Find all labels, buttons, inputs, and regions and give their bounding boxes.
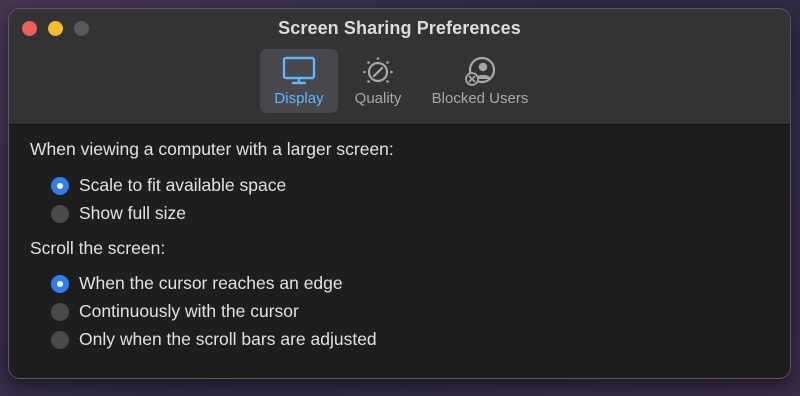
scroll-heading: Scroll the screen: bbox=[30, 238, 166, 258]
tab-display[interactable]: Display bbox=[260, 49, 338, 113]
preferences-window: Screen Sharing Preferences Display Quali… bbox=[9, 9, 790, 378]
radio-scroll-bars-label: Only when the scroll bars are adjusted bbox=[79, 329, 377, 349]
radio-button[interactable] bbox=[51, 303, 69, 321]
tab-display-label: Display bbox=[274, 90, 324, 107]
radio-button[interactable] bbox=[51, 205, 69, 223]
display-pane: When viewing a computer with a larger sc… bbox=[9, 125, 790, 378]
radio-cursor-edge-label: When the cursor reaches an edge bbox=[79, 273, 343, 293]
radio-button[interactable] bbox=[51, 331, 69, 349]
title-bar: Screen Sharing Preferences Display Quali… bbox=[9, 9, 790, 125]
window-title: Screen Sharing Preferences bbox=[278, 18, 521, 38]
larger-screen-heading: When viewing a computer with a larger sc… bbox=[30, 139, 394, 159]
toolbar-tabs: Display Quality Blocked Users bbox=[9, 49, 790, 113]
tab-quality[interactable]: Quality bbox=[346, 49, 410, 113]
tab-blocked-users[interactable]: Blocked Users bbox=[420, 49, 540, 113]
radio-scale-to-fit-label: Scale to fit available space bbox=[79, 175, 287, 195]
tab-quality-label: Quality bbox=[354, 90, 402, 107]
radio-button-selected[interactable] bbox=[51, 177, 69, 195]
display-icon bbox=[282, 56, 316, 85]
radio-continuously-label: Continuously with the cursor bbox=[79, 301, 299, 321]
radio-show-full-size-label: Show full size bbox=[79, 203, 186, 223]
radio-button-selected[interactable] bbox=[51, 275, 69, 293]
blocked-user-icon bbox=[465, 56, 496, 86]
quality-dial-icon bbox=[363, 57, 393, 83]
tab-blocked-users-label: Blocked Users bbox=[431, 90, 529, 107]
